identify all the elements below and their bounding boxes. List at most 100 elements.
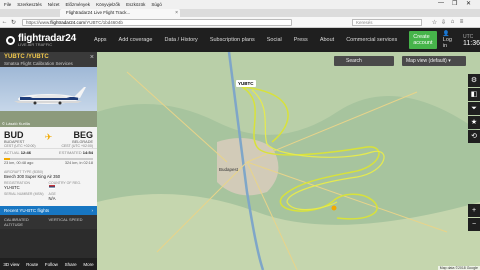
more-button[interactable]: More [83,262,93,267]
registration-value: YU-BTC [4,185,20,190]
gear-icon[interactable]: ⚙ [468,74,480,87]
nav-add-coverage[interactable]: Add coverage [113,37,159,43]
map-tools: ⚙ ◧ ⏷ ★ ⟲ [468,74,480,143]
playback-icon[interactable]: ⟲ [468,130,480,143]
3d-view-button[interactable]: 3D view [3,262,19,267]
nav-about[interactable]: About [314,37,340,43]
star-icon[interactable]: ☆ [430,19,439,26]
registration-block: REGISTRATION YU-BTC [4,181,49,190]
home-icon[interactable]: ⌂ [448,19,457,25]
callsign: YUBTC /YUBTC [4,54,49,60]
map-background [97,52,480,270]
photo-credit: © László Kurilla [2,121,30,126]
vertical-speed-label: VERTICAL SPEED [48,217,83,222]
menu-item-help[interactable]: Súgó [151,2,162,7]
hamburger-menu-icon[interactable]: ≡ [457,19,466,25]
back-icon[interactable]: ← [0,19,9,25]
menu-item-history[interactable]: Előzmények [66,2,91,7]
chevron-right-icon: › [91,208,94,213]
address-bar-row: ← ↻ https://www.flightradar24.com/YUBTC/… [0,17,480,28]
city-label-budapest: Budapest [219,167,239,172]
map-search-input[interactable]: Search [334,56,394,66]
age-value: N/A [48,196,56,201]
layers-icon[interactable]: ◧ [468,88,480,101]
utc-clock: UTC 11:36 [463,34,480,47]
aircraft-details: AIRCRAFT TYPE (B350) Beech 300 Super Kin… [0,167,97,206]
serial-row: SERIAL NUMBER (MSN) AGE N/A [4,192,93,201]
browser-tab[interactable]: Flightradar24 Live Flight Track... × [60,9,180,17]
origin-tz: CEST (UTC +02:00) [4,144,36,148]
download-icon[interactable]: ⇩ [439,19,448,26]
destination-tz: CEST (UTC +02:00) [61,144,93,148]
calibrated-altitude-label: CALIBRATED ALTITUDE [4,217,29,227]
zoom-in-icon[interactable]: + [468,204,480,217]
zoom-out-icon[interactable]: − [468,218,480,231]
nav-commercial-services[interactable]: Commercial services [340,37,403,43]
reload-icon[interactable]: ↻ [9,19,18,26]
aircraft-image-icon [0,87,97,127]
map-view-label: Map view (default) [406,58,447,64]
close-window-button[interactable]: ✕ [466,0,471,7]
menu-item-view[interactable]: Nézet [48,2,60,7]
minimize-button[interactable]: — [438,0,444,6]
utc-time: 11:36 [463,39,480,47]
nav-subscription-plans[interactable]: Subscription plans [204,37,261,43]
route-section: BUD BUDAPEST CEST (UTC +02:00) ✈ BEG BEL… [0,127,97,148]
registration-row: REGISTRATION YU-BTC COUNTRY OF REG. [4,181,93,190]
distance-remaining: 324 km, in 02:18 [64,161,93,165]
aircraft-photo[interactable]: © László Kurilla [0,67,97,127]
browser-menu-bar: File Szerkesztés Nézet Előzmények Könyvj… [0,0,480,9]
menu-item-bookmarks[interactable]: Könyvjelzők [96,2,120,7]
country-block: COUNTRY OF REG. [48,181,94,190]
login-label: Log in [442,37,452,49]
tab-close-icon[interactable]: × [175,9,178,17]
serial-block: SERIAL NUMBER (MSN) [4,192,49,201]
progress-fill [4,158,11,160]
menu-item-edit[interactable]: Szerkesztés [17,2,42,7]
star-widget-icon[interactable]: ★ [468,116,480,129]
share-button[interactable]: Share [65,262,77,267]
nav-press[interactable]: Press [288,37,314,43]
follow-button[interactable]: Follow [45,262,58,267]
destination-airport[interactable]: BEG BELGRADE CEST (UTC +02:00) [61,130,93,148]
nav-social[interactable]: Social [261,37,288,43]
menu-item-tools[interactable]: Eszközök [126,2,145,7]
age-block: AGE N/A [49,192,94,201]
main-nav: Apps Add coverage Data / History Subscri… [88,37,403,43]
menu-item-file[interactable]: File [4,2,11,7]
distance-flown: 23 km, 00:48 ago [4,161,34,165]
country-flag-icon [48,185,94,190]
aircraft-type-value[interactable]: Beech 300 Super King Air 350 [4,174,60,179]
browser-search-input[interactable]: Keresés [352,18,422,26]
route-plane-icon: ✈ [44,132,53,142]
aircraft-map-label[interactable]: YUBTC [236,80,256,87]
origin-airport[interactable]: BUD BUDAPEST CEST (UTC +02:00) [4,130,36,148]
map-view-dropdown[interactable]: Map view (default) ▾ [402,56,466,66]
flight-progress-bar [4,158,93,160]
url-field[interactable]: https://www.flightradar24.com/YUBTC/1bd4… [22,18,292,26]
estimated-label: ESTIMATED [59,150,82,155]
close-panel-icon[interactable]: × [90,54,94,61]
panel-title: YUBTC /YUBTC Smatsa Flight Calibration S… [0,52,97,67]
origin-code: BUD [4,130,24,140]
filter-icon[interactable]: ⏷ [468,102,480,115]
progress-section: 23 km, 00:48 ago 324 km, in 02:18 [0,156,97,167]
maximize-button[interactable]: ❐ [452,0,457,7]
recent-flights-label: Recent YU-BTC flights [4,208,50,213]
map-canvas[interactable]: YUBTC Budapest ⌕ Search Map view (defaul… [97,52,480,270]
create-account-button[interactable]: Create account [409,31,437,49]
zoom-controls: + − [468,204,480,231]
nav-apps[interactable]: Apps [88,37,113,43]
site-logo[interactable]: flightradar24 LIVE AIR TRAFFIC [6,33,76,47]
tab-title: Flightradar24 Live Flight Track... [66,10,131,15]
recent-flights-button[interactable]: Recent YU-BTC flights › [0,206,97,215]
aircraft-type-row: AIRCRAFT TYPE (B350) Beech 300 Super Kin… [4,170,93,179]
url-domain: flightradar24.com [50,19,86,25]
login-link[interactable]: 👤 Log in [443,31,455,49]
route-button[interactable]: Route [26,262,38,267]
distance-row: 23 km, 00:48 ago 324 km, in 02:18 [4,161,93,165]
chevron-down-icon: ▾ [448,58,451,64]
nav-data-history[interactable]: Data / History [158,37,203,43]
url-prefix: https://www. [26,19,51,25]
site-header: flightradar24 LIVE AIR TRAFFIC Apps Add … [0,28,480,52]
